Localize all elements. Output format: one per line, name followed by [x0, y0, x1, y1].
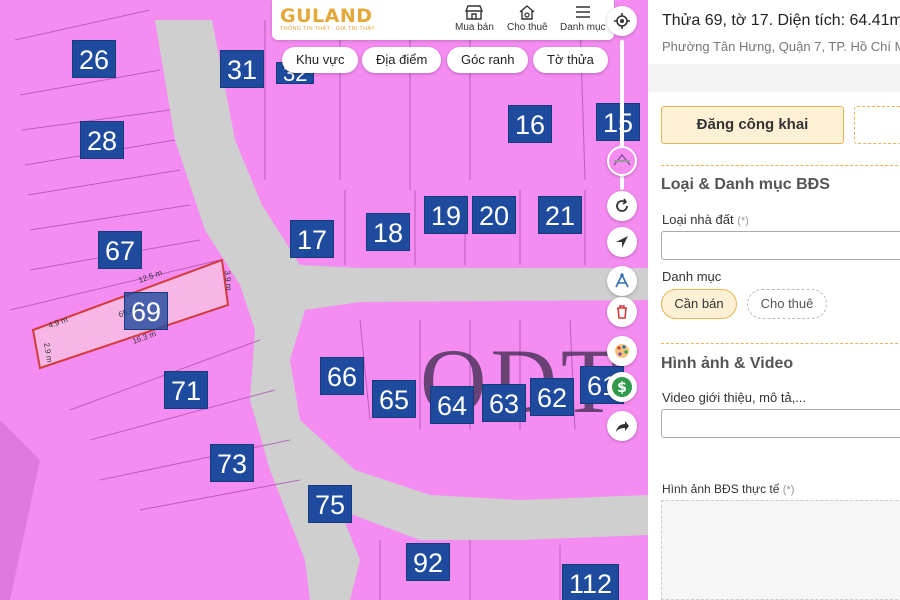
- refresh-button[interactable]: [607, 191, 637, 221]
- parcel-edge-right: 3.9 m: [222, 270, 234, 291]
- section-media-title: Hình ảnh & Video: [661, 355, 794, 372]
- share-button[interactable]: [607, 411, 637, 441]
- palette-icon: [615, 344, 629, 358]
- lot-badge[interactable]: 28: [80, 121, 125, 159]
- nav-rent[interactable]: Cho thuê: [507, 4, 548, 33]
- lot-badge[interactable]: 18: [366, 213, 411, 251]
- measure-button[interactable]: [607, 266, 637, 296]
- lot-badge[interactable]: 112: [562, 564, 620, 600]
- layer-thumbnail-button[interactable]: [607, 146, 637, 176]
- nav-buy-sell[interactable]: Mua bán: [455, 4, 494, 33]
- lot-badge[interactable]: 64: [430, 386, 475, 424]
- section-divider: [661, 165, 900, 166]
- video-label: Video giới thiệu, mô tả,...: [662, 390, 807, 405]
- palette-button[interactable]: [607, 336, 637, 366]
- lot-badge[interactable]: 26: [72, 40, 117, 78]
- lot-badge[interactable]: 63: [482, 384, 527, 422]
- header-bar: GULAND THÔNG TIN THẬT · GIÁ TRỊ THẬT Mua…: [272, 0, 614, 40]
- lot-badge[interactable]: 75: [308, 485, 353, 523]
- lot-badge[interactable]: 20: [472, 196, 517, 234]
- lot-badge[interactable]: 65: [372, 380, 417, 418]
- listing-panel: Thửa 69, tờ 17. Diện tích: 64.41m Phường…: [648, 0, 900, 600]
- house-key-icon: [519, 5, 535, 20]
- lot-badge[interactable]: 21: [538, 196, 583, 234]
- guland-logo[interactable]: GULAND THÔNG TIN THẬT · GIÁ TRỊ THẬT: [280, 5, 375, 32]
- video-input[interactable]: [661, 409, 900, 438]
- land-type-select[interactable]: [661, 231, 900, 260]
- category-rent-pill[interactable]: Cho thuê: [747, 289, 827, 319]
- filter-corner[interactable]: Góc ranh: [447, 47, 529, 73]
- lot-badge[interactable]: 15: [596, 103, 641, 141]
- price-button[interactable]: $: [607, 372, 637, 402]
- lot-badge[interactable]: 19: [424, 196, 469, 234]
- filter-sheet-lot[interactable]: Tờ thửa: [533, 47, 608, 73]
- lot-badge[interactable]: 66: [320, 357, 365, 395]
- locate-button[interactable]: [607, 6, 637, 36]
- map-canvas[interactable]: 65.4 m² 12.5 m 3.9 m 16.3 m 4.9 m 2.9 m …: [0, 0, 648, 600]
- category-label: Danh mục: [662, 269, 722, 284]
- filter-region[interactable]: Khu vực: [282, 47, 359, 73]
- measure-icon: [615, 273, 629, 288]
- svg-text:$: $: [617, 380, 627, 396]
- navigate-icon: [616, 236, 628, 248]
- map-layer-icon: [613, 154, 631, 166]
- shop-icon: [465, 5, 484, 20]
- panel-divider: [648, 64, 900, 92]
- menu-icon: [575, 6, 590, 18]
- section-divider: [661, 343, 900, 344]
- category-sell-pill[interactable]: Cần bán: [661, 289, 737, 319]
- lot-badge[interactable]: 71: [164, 371, 209, 409]
- lot-badge[interactable]: 16: [508, 105, 553, 143]
- trash-icon: [617, 305, 627, 319]
- section-category-title: Loại & Danh mục BĐS: [661, 176, 830, 193]
- share-icon: [616, 421, 629, 432]
- lot-badge[interactable]: 17: [290, 220, 335, 258]
- photo-upload-area[interactable]: [661, 500, 900, 600]
- lot-badge[interactable]: 67: [98, 231, 143, 269]
- secondary-button[interactable]: [854, 106, 900, 144]
- dollar-icon: $: [612, 377, 632, 397]
- lot-badge[interactable]: 31: [220, 50, 265, 88]
- nav-menu[interactable]: Danh mục: [560, 4, 606, 33]
- delete-button[interactable]: [607, 297, 637, 327]
- parcel-title: Thửa 69, tờ 17. Diện tích: 64.41m: [662, 12, 900, 29]
- locate-icon: [614, 13, 630, 29]
- lot-badge[interactable]: 62: [530, 378, 575, 416]
- publish-button[interactable]: Đăng công khai: [661, 106, 844, 144]
- lot-badge[interactable]: 73: [210, 444, 255, 482]
- parcel-address: Phường Tân Hưng, Quận 7, TP. Hồ Chí M: [662, 39, 900, 54]
- filter-location[interactable]: Địa điểm: [362, 47, 442, 73]
- lot-badge-selected[interactable]: 69: [124, 292, 169, 330]
- navigate-button[interactable]: [607, 227, 637, 257]
- refresh-icon: [616, 198, 628, 212]
- land-type-label: Loại nhà đất (*): [662, 212, 749, 227]
- photo-label: Hình ảnh BĐS thực tế (*): [662, 482, 795, 496]
- lot-badge[interactable]: 92: [406, 543, 451, 581]
